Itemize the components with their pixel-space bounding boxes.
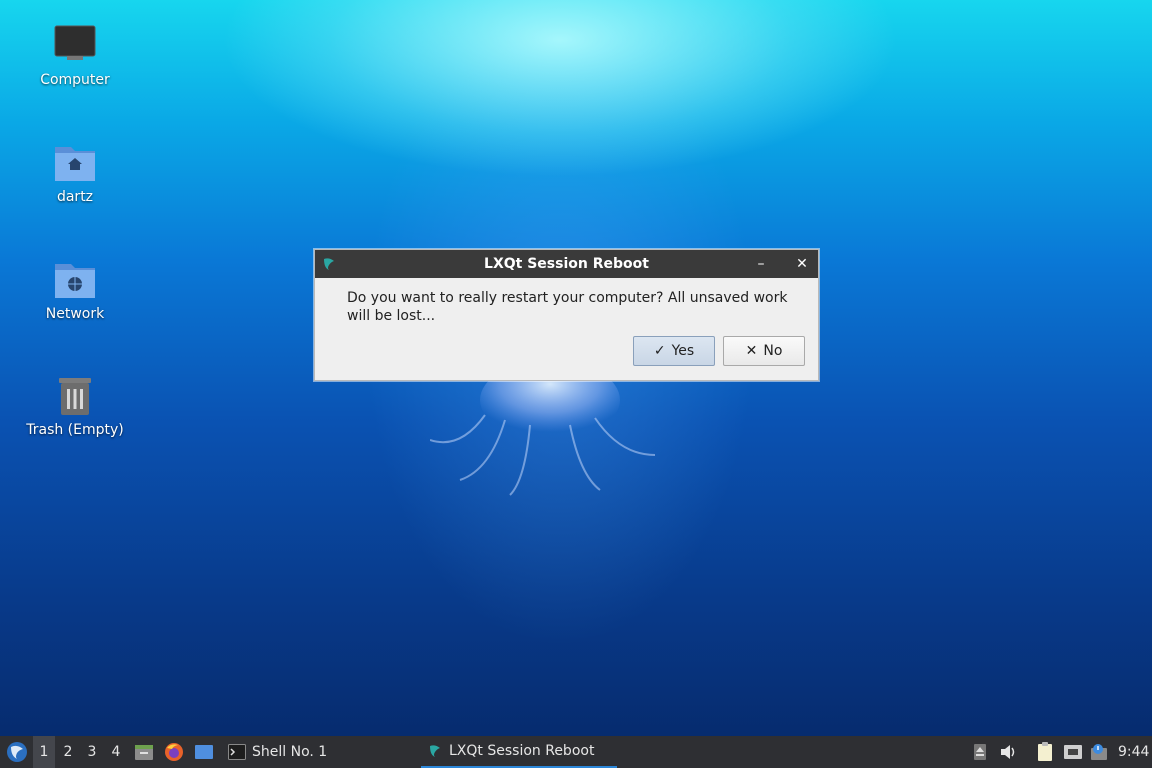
desktop-icon-home[interactable]: dartz	[20, 141, 130, 205]
clock[interactable]: 9:44	[1118, 736, 1149, 768]
desktop-icon-network[interactable]: Network	[20, 258, 130, 322]
firefox-icon	[165, 743, 183, 761]
firefox-launcher[interactable]	[163, 736, 185, 768]
desktop-switch-1[interactable]: 1	[33, 736, 55, 768]
reboot-dialog: LXQt Session Reboot – ✕ Do you want to r…	[314, 249, 819, 381]
terminal-icon	[228, 744, 246, 760]
task-reboot-dialog[interactable]: LXQt Session Reboot	[421, 736, 617, 768]
dialog-title: LXQt Session Reboot	[484, 256, 649, 272]
desktop-icon-label: Network	[45, 306, 105, 322]
network-button[interactable]	[1062, 736, 1084, 768]
trash-icon	[59, 378, 91, 415]
yes-label: Yes	[671, 343, 695, 359]
main-menu-button[interactable]	[4, 736, 30, 768]
desktop-icon-trash[interactable]: Trash (Empty)	[20, 374, 130, 438]
no-button[interactable]: ✕ No	[723, 336, 805, 366]
desktop-icon-computer[interactable]: Computer	[20, 24, 130, 88]
notification-icon	[1091, 744, 1107, 760]
yes-button[interactable]: ✓ Yes	[633, 336, 715, 366]
clipboard-icon	[1038, 742, 1052, 761]
wallpaper-jellyfish	[430, 360, 656, 496]
desktop-switch-3[interactable]: 3	[81, 736, 103, 768]
check-icon: ✓	[653, 343, 666, 359]
file-manager-icon	[135, 745, 153, 760]
task-label: Shell No. 1	[252, 744, 328, 760]
desktop-icon	[195, 745, 213, 759]
dialog-message: Do you want to really restart your compu…	[347, 290, 788, 324]
desktop: Computer dartz Network Trash (Empty) LXQ…	[0, 0, 1152, 736]
eject-icon	[974, 744, 986, 760]
desktop-switch-4[interactable]: 4	[105, 736, 127, 768]
desktop-icon-label: Trash (Empty)	[26, 422, 124, 438]
network-folder-icon	[55, 264, 95, 298]
notifications-button[interactable]	[1089, 736, 1111, 768]
removable-media-button[interactable]	[970, 736, 990, 768]
home-folder-icon	[55, 147, 95, 181]
desktop-icon-label: dartz	[56, 189, 94, 205]
show-desktop-button[interactable]	[193, 736, 215, 768]
network-icon	[1064, 745, 1082, 759]
dialog-titlebar[interactable]: LXQt Session Reboot – ✕	[315, 250, 818, 278]
desktop-icon-label: Computer	[40, 72, 110, 88]
taskbar: 1 2 3 4 Shell No. 1 LXQt Session Reboot …	[0, 736, 1152, 768]
desktop-switch-2[interactable]: 2	[57, 736, 79, 768]
clipboard-button[interactable]	[1034, 736, 1056, 768]
task-shell[interactable]: Shell No. 1	[222, 736, 333, 768]
no-label: No	[763, 343, 783, 359]
volume-icon	[1001, 745, 1015, 759]
lxqt-icon	[430, 745, 440, 757]
volume-button[interactable]	[998, 736, 1020, 768]
lxqt-menu-icon	[7, 742, 27, 762]
computer-icon	[54, 25, 96, 60]
minimize-button[interactable]: –	[751, 254, 771, 274]
x-icon: ✕	[745, 343, 758, 359]
task-label: LXQt Session Reboot	[449, 743, 595, 759]
close-button[interactable]: ✕	[792, 254, 812, 274]
file-manager-launcher[interactable]	[133, 736, 155, 768]
